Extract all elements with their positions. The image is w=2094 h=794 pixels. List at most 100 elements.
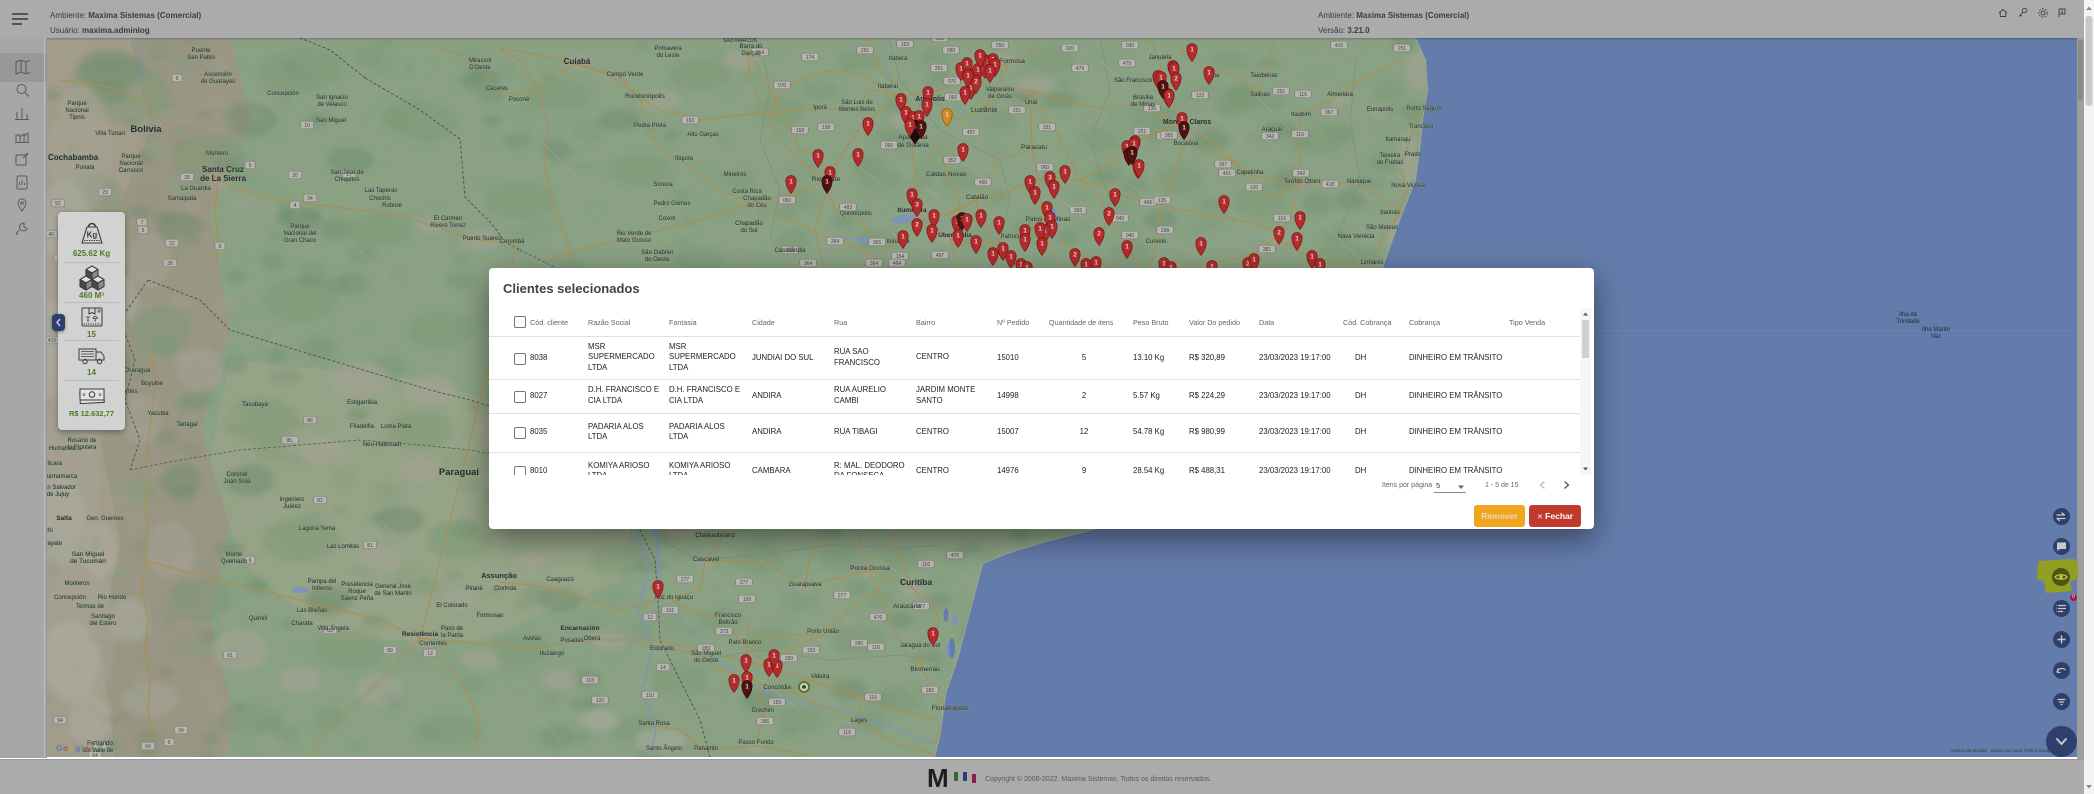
svg-text:de Goiás: de Goiás bbox=[988, 94, 1012, 100]
svg-text:Las Lomitas: Las Lomitas bbox=[327, 544, 359, 550]
svg-text:1: 1 bbox=[974, 238, 978, 245]
svg-text:Montero: Montero bbox=[206, 151, 229, 157]
svg-text:2: 2 bbox=[1174, 75, 1178, 82]
svg-text:Araçuaí: Araçuaí bbox=[1262, 127, 1283, 133]
svg-text:Monteros: Monteros bbox=[64, 581, 89, 587]
svg-text:1: 1 bbox=[1063, 168, 1067, 175]
svg-text:342: 342 bbox=[1297, 171, 1306, 177]
svg-text:4: 4 bbox=[294, 203, 297, 209]
svg-text:Itamaraju: Itamaraju bbox=[1385, 137, 1410, 143]
svg-text:Ponta Grossa: Ponta Grossa bbox=[850, 565, 890, 572]
svg-text:1: 1 bbox=[1161, 83, 1165, 90]
svg-text:352: 352 bbox=[948, 158, 957, 164]
svg-text:1: 1 bbox=[1172, 65, 1176, 72]
svg-text:1: 1 bbox=[931, 630, 935, 637]
svg-text:Ingeniero: Ingeniero bbox=[279, 497, 305, 503]
svg-text:1: 1 bbox=[1310, 253, 1314, 260]
svg-text:São Gabriel: São Gabriel bbox=[641, 250, 673, 256]
svg-text:Costa Rica: Costa Rica bbox=[732, 189, 762, 195]
svg-text:1: 1 bbox=[961, 146, 965, 153]
svg-text:418: 418 bbox=[1326, 182, 1335, 188]
svg-text:do Céu: do Céu bbox=[747, 203, 766, 209]
svg-text:Nova Venécia: Nova Venécia bbox=[1337, 234, 1375, 240]
svg-text:34: 34 bbox=[307, 196, 313, 202]
svg-text:118: 118 bbox=[586, 678, 594, 684]
svg-text:Resistência: Resistência bbox=[402, 631, 439, 638]
svg-text:Paso de: Paso de bbox=[441, 626, 464, 632]
svg-text:280: 280 bbox=[855, 641, 864, 647]
svg-text:251: 251 bbox=[1043, 125, 1052, 131]
svg-text:Nova Viçosa: Nova Viçosa bbox=[1391, 183, 1425, 189]
svg-text:Campo Verde: Campo Verde bbox=[607, 72, 644, 78]
svg-text:Beltrão: Beltrão bbox=[718, 620, 738, 626]
svg-text:373: 373 bbox=[720, 629, 729, 635]
svg-text:9: 9 bbox=[168, 740, 171, 746]
svg-text:251: 251 bbox=[1013, 108, 1022, 114]
svg-text:Itaúnas: Itaúnas bbox=[1380, 210, 1400, 216]
svg-text:Caaguazú: Caaguazú bbox=[546, 577, 573, 583]
svg-text:81: 81 bbox=[367, 543, 373, 549]
svg-text:El Colorado: El Colorado bbox=[436, 603, 468, 609]
svg-text:1: 1 bbox=[745, 683, 749, 690]
svg-text:1: 1 bbox=[1298, 214, 1302, 221]
svg-text:Almenara: Almenara bbox=[1327, 92, 1353, 98]
svg-text:1: 1 bbox=[904, 109, 908, 116]
svg-text:Blumenau: Blumenau bbox=[910, 666, 940, 673]
svg-text:de San Martin: de San Martin bbox=[374, 591, 411, 597]
svg-text:Teófilo Otoni: Teófilo Otoni bbox=[1284, 178, 1320, 185]
svg-text:153: 153 bbox=[901, 42, 910, 48]
svg-text:Eunápolis: Eunápolis bbox=[1367, 107, 1393, 113]
svg-text:São Miguel: São Miguel bbox=[691, 651, 721, 657]
svg-text:Tipnis: Tipnis bbox=[69, 115, 85, 121]
svg-text:La Guardia: La Guardia bbox=[181, 186, 211, 192]
svg-text:251: 251 bbox=[1138, 129, 1147, 135]
svg-text:1: 1 bbox=[1207, 69, 1211, 76]
svg-text:060: 060 bbox=[783, 198, 792, 204]
svg-text:Termas de: Termas de bbox=[76, 604, 105, 610]
svg-text:Boyuibe: Boyuibe bbox=[141, 381, 163, 387]
svg-text:Tartagal: Tartagal bbox=[176, 422, 197, 428]
svg-text:Nacional del: Nacional del bbox=[283, 231, 316, 237]
svg-text:251: 251 bbox=[861, 48, 870, 54]
svg-text:64: 64 bbox=[145, 744, 151, 750]
svg-text:81: 81 bbox=[317, 498, 323, 504]
svg-text:Villa Tunari: Villa Tunari bbox=[95, 131, 125, 137]
svg-text:Pedro Gomes: Pedro Gomes bbox=[653, 201, 690, 207]
svg-text:Valparaíso: Valparaíso bbox=[986, 87, 1015, 93]
svg-text:1: 1 bbox=[1125, 243, 1129, 250]
svg-text:Concepción: Concepción bbox=[267, 91, 299, 97]
svg-text:080: 080 bbox=[947, 48, 956, 54]
svg-text:135: 135 bbox=[1158, 198, 1167, 204]
svg-text:1: 1 bbox=[965, 60, 969, 67]
svg-text:365: 365 bbox=[1165, 133, 1174, 139]
svg-text:1: 1 bbox=[966, 72, 970, 79]
svg-text:9: 9 bbox=[249, 163, 252, 169]
svg-text:Itiquira: Itiquira bbox=[675, 156, 694, 162]
svg-text:1: 1 bbox=[828, 169, 832, 176]
svg-text:415: 415 bbox=[1335, 43, 1344, 49]
svg-text:251: 251 bbox=[1398, 46, 1407, 52]
svg-text:479: 479 bbox=[1123, 61, 1132, 67]
svg-text:Punata: Punata bbox=[75, 165, 95, 171]
svg-text:6: 6 bbox=[219, 244, 222, 250]
svg-text:Concepción: Concepción bbox=[54, 595, 86, 601]
svg-text:Chapadão: Chapadão bbox=[743, 196, 771, 202]
svg-text:Oberá: Oberá bbox=[584, 636, 601, 642]
svg-text:Yacubia: Yacubia bbox=[147, 411, 169, 417]
svg-text:101: 101 bbox=[666, 608, 675, 614]
svg-text:Linhares: Linhares bbox=[1360, 260, 1383, 266]
svg-text:Montes Belos: Montes Belos bbox=[839, 107, 875, 113]
svg-text:San Salvador: San Salvador bbox=[46, 485, 76, 491]
svg-text:del Estero: del Estero bbox=[89, 621, 117, 627]
svg-text:Bolívia: Bolívia bbox=[130, 124, 162, 135]
svg-text:158: 158 bbox=[796, 128, 805, 134]
svg-text:476: 476 bbox=[951, 553, 960, 559]
svg-text:Vaz: Vaz bbox=[1931, 334, 1941, 340]
svg-text:Loma Plata: Loma Plata bbox=[381, 424, 412, 430]
svg-text:116: 116 bbox=[872, 645, 880, 651]
svg-text:1: 1 bbox=[1009, 253, 1013, 260]
svg-text:Ituzaingo: Ituzaingo bbox=[540, 651, 565, 657]
svg-text:116: 116 bbox=[869, 695, 877, 701]
svg-text:1: 1 bbox=[789, 178, 793, 185]
svg-text:Brasília: Brasília bbox=[1133, 95, 1154, 101]
